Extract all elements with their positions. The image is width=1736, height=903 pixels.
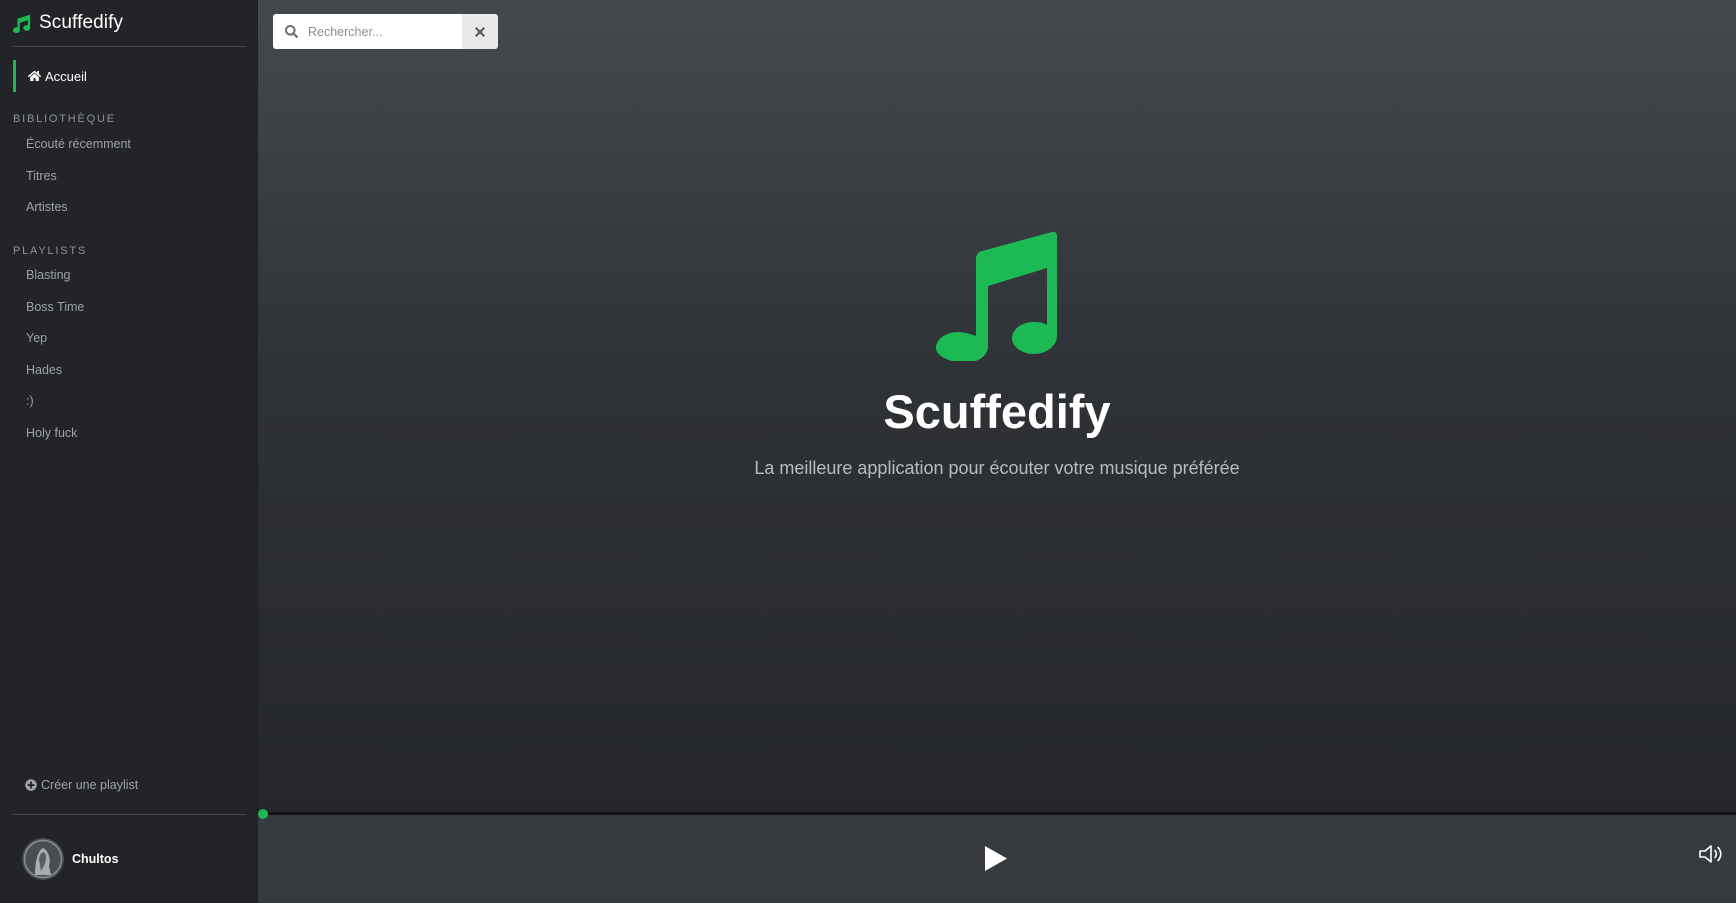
volume-button[interactable]: [1698, 843, 1724, 869]
library-list: Écouté récemment Titres Artistes: [26, 137, 131, 232]
main-content: Scuffedify La meilleure application pour…: [258, 0, 1736, 812]
playlist-list: Blasting Boss Time Yep Hades :) Holy fuc…: [26, 268, 84, 457]
hero: Scuffedify La meilleure application pour…: [258, 230, 1736, 479]
music-note-icon: [936, 231, 1057, 361]
home-icon: [28, 70, 41, 82]
search-clear-button[interactable]: [462, 14, 498, 49]
playlist-item-smiley[interactable]: :): [26, 394, 84, 426]
playlist-item-boss-time[interactable]: Boss Time: [26, 300, 84, 332]
close-icon: [475, 26, 485, 37]
create-playlist-button[interactable]: Créer une playlist: [25, 778, 138, 792]
hero-title: Scuffedify: [883, 385, 1111, 438]
volume-icon: [1699, 845, 1722, 863]
avatar-image: [22, 838, 64, 880]
playlists-section-title: PLAYLISTS: [13, 245, 88, 257]
progress-handle[interactable]: [258, 808, 268, 819]
search-icon: [285, 25, 298, 38]
sidebar-item-tracks[interactable]: Titres: [26, 169, 131, 201]
playlist-item-hades[interactable]: Hades: [26, 363, 84, 395]
search-bar: [273, 14, 498, 49]
sidebar: Scuffedify Accueil BIBLIOTHÈQUE Écouté r…: [0, 0, 258, 903]
hero-subtitle: La meilleure application pour écouter vo…: [754, 458, 1240, 478]
play-button[interactable]: [980, 842, 1012, 874]
playlist-item-holy-fuck[interactable]: Holy fuck: [26, 426, 84, 458]
playlist-item-blasting[interactable]: Blasting: [26, 268, 84, 300]
progress-bar[interactable]: [258, 808, 1736, 819]
create-playlist-label: Créer une playlist: [41, 778, 139, 792]
music-note-icon: [13, 14, 31, 33]
library-section-title: BIBLIOTHÈQUE: [13, 113, 116, 125]
sidebar-item-artists[interactable]: Artistes: [26, 200, 131, 232]
player-bar: [258, 808, 1736, 903]
app-name: Scuffedify: [39, 12, 124, 33]
sidebar-item-label: Accueil: [45, 68, 87, 84]
user-divider: [13, 814, 246, 815]
brand[interactable]: Scuffedify: [13, 10, 246, 47]
avatar: [22, 838, 64, 880]
playlist-item-yep[interactable]: Yep: [26, 331, 84, 363]
search-box[interactable]: [273, 14, 462, 49]
search-input[interactable]: [306, 23, 456, 40]
sidebar-item-recently-played[interactable]: Écouté récemment: [26, 137, 131, 169]
user-profile[interactable]: Chultos: [22, 838, 119, 880]
user-name: Chultos: [72, 852, 119, 866]
play-icon: [985, 845, 1007, 871]
plus-circle-icon: [25, 779, 37, 791]
sidebar-item-home[interactable]: Accueil: [13, 60, 246, 92]
